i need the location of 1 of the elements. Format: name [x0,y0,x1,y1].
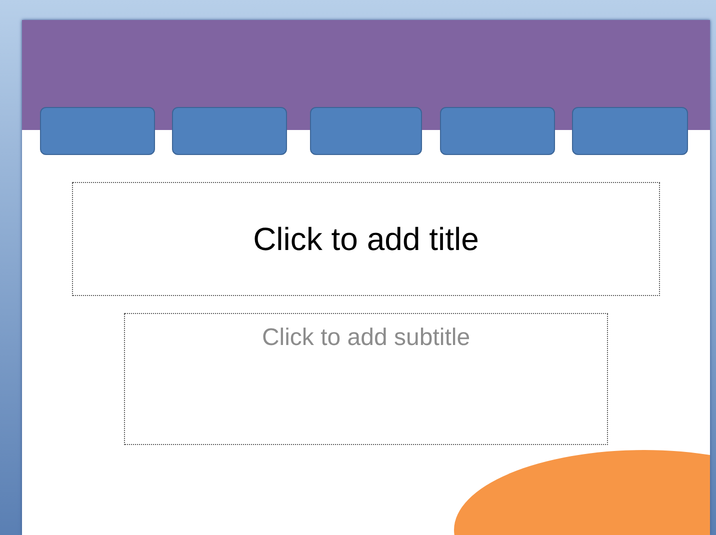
title-placeholder[interactable]: Click to add title [72,182,660,296]
